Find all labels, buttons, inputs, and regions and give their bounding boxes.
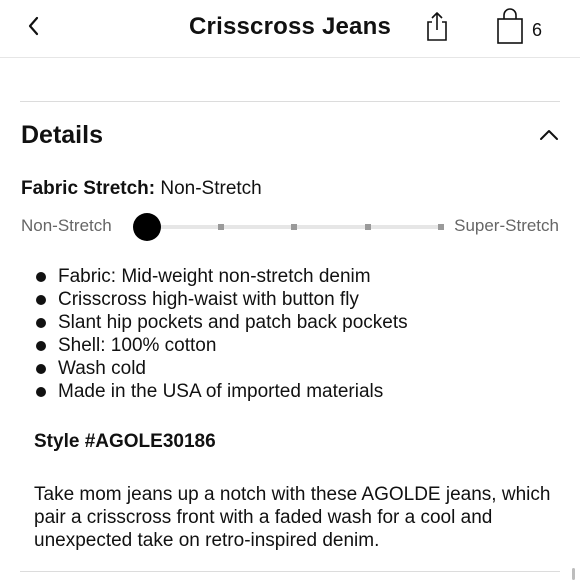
stretch-scale-tick	[438, 224, 444, 230]
page-title: Crisscross Jeans	[189, 13, 391, 40]
product-description: Take mom jeans up a notch with these AGO…	[34, 484, 551, 551]
fabric-stretch-heading: Fabric Stretch: Non-Stretch	[21, 178, 262, 200]
shopping-bag-button[interactable]	[495, 8, 525, 44]
section-divider	[20, 571, 560, 572]
fabric-stretch-label: Fabric Stretch:	[21, 178, 156, 199]
list-item: Wash cold	[36, 357, 408, 380]
stretch-scale-tick	[217, 224, 224, 230]
stretch-scale-max-label: Super-Stretch	[454, 216, 559, 235]
list-item: Crisscross high-waist with button fly	[36, 288, 408, 311]
list-item: Made in the USA of imported materials	[36, 380, 408, 403]
chevron-up-icon	[540, 130, 558, 140]
fabric-stretch-value: Non-Stretch	[160, 178, 262, 199]
details-heading: Details	[21, 121, 103, 149]
style-number: Style #AGOLE30186	[34, 431, 216, 452]
section-divider	[20, 101, 560, 102]
stretch-scale-tick	[364, 224, 371, 230]
top-bar: Crisscross Jeans 6	[0, 0, 580, 58]
stretch-scale-tick	[291, 224, 297, 230]
feature-list: Fabric: Mid-weight non-stretch denim Cri…	[36, 265, 408, 403]
bag-count-badge: 6	[532, 20, 543, 40]
list-item: Shell: 100% cotton	[36, 334, 408, 357]
stretch-scale-indicator	[133, 213, 161, 241]
collapse-details-button[interactable]	[536, 124, 562, 146]
list-item: Slant hip pockets and patch back pockets	[36, 311, 408, 334]
list-item: Fabric: Mid-weight non-stretch denim	[36, 265, 408, 288]
shopping-bag-icon	[497, 8, 523, 44]
scroll-indicator[interactable]	[572, 568, 575, 580]
share-icon	[427, 12, 447, 41]
stretch-scale-min-label: Non-Stretch	[21, 216, 112, 235]
share-button[interactable]	[424, 10, 450, 42]
